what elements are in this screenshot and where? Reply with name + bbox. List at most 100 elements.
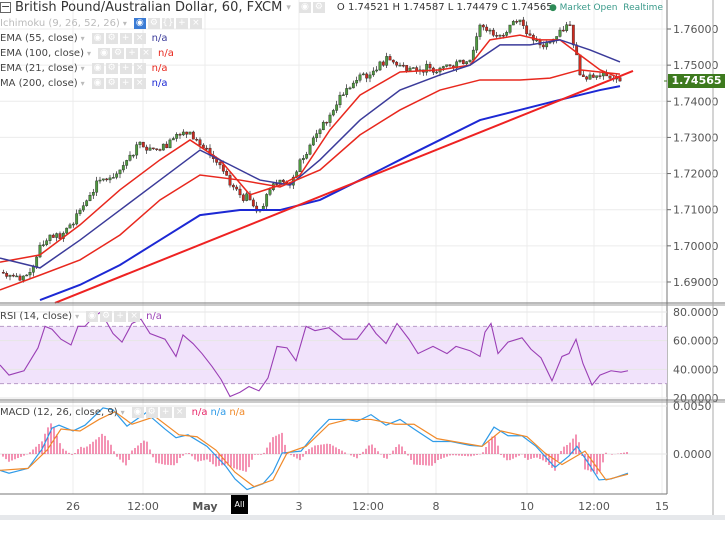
candle-up (445, 64, 449, 67)
bottom-toolbar[interactable] (0, 515, 725, 520)
eye-icon[interactable]: ◉ (91, 63, 104, 74)
plus-icon[interactable]: + (126, 48, 138, 59)
candle-up (511, 21, 515, 26)
price-tick-label: 1.71000 (673, 204, 719, 217)
time-tick-label: 26 (66, 500, 80, 513)
candle-down (585, 76, 589, 80)
eye-icon[interactable]: ◉ (98, 48, 110, 59)
close-icon[interactable]: × (128, 311, 141, 322)
rsi-legend[interactable]: RSI (14, close) ▾ ◉ ⚙ + × n/a (0, 311, 162, 322)
candle-up (168, 139, 172, 149)
candle-up (345, 88, 349, 95)
candle-up (48, 234, 52, 241)
braces-icon[interactable]: {} (161, 18, 174, 29)
candle-up (335, 104, 339, 111)
candle-up (121, 165, 125, 171)
candle-down (365, 73, 369, 79)
plus-icon[interactable]: + (175, 18, 188, 29)
gear-icon[interactable]: ⚙ (112, 48, 124, 59)
candle-up (128, 154, 132, 161)
candle-up (181, 131, 185, 136)
candle-up (188, 131, 192, 135)
candle-down (571, 24, 575, 46)
plus-icon[interactable]: + (119, 33, 132, 44)
candle-down (405, 65, 409, 71)
candle-up (331, 110, 335, 116)
close-icon[interactable]: × (133, 63, 146, 74)
time-tick-label: 3 (296, 500, 303, 513)
candle-down (591, 74, 595, 78)
time-axis[interactable]: 26 12:00 May 3 12:00 8 10 12:00 15 (66, 500, 669, 513)
close-icon[interactable]: × (140, 48, 152, 59)
candle-down (428, 63, 432, 69)
close-icon[interactable]: × (173, 407, 186, 418)
time-tick-label: 12:00 (127, 500, 159, 513)
eye-icon[interactable]: ◉ (131, 407, 144, 418)
indicator-legend-ma200[interactable]: MA (200, close) ▾ ◉ ⚙ + × n/a (0, 78, 168, 89)
candle-down (581, 74, 585, 77)
all-range-marker[interactable]: All (231, 495, 248, 514)
candle-up (131, 154, 135, 157)
close-icon[interactable]: × (189, 18, 202, 29)
close-icon[interactable]: × (133, 33, 146, 44)
candle-down (578, 54, 582, 76)
candle-up (338, 94, 342, 106)
gear-icon[interactable]: ⚙ (145, 407, 158, 418)
candle-up (301, 158, 305, 161)
candle-up (318, 129, 322, 134)
gear-icon[interactable]: ⚙ (105, 78, 118, 89)
price-tick-label: 1.74000 (673, 95, 719, 108)
indicator-legend-ichimoku[interactable]: Ichimoku (9, 26, 52, 26) ▾ ◉ ⚙{} + × (0, 18, 202, 29)
candle-up (91, 192, 95, 196)
candle-up (118, 169, 122, 175)
eye-icon[interactable]: ◉ (91, 33, 104, 44)
ohlc-readout: O 1.74521 H 1.74587 L 1.74479 C 1.74565 (336, 2, 553, 13)
eye-icon[interactable]: ◉ (86, 311, 99, 322)
candle-up (475, 36, 479, 51)
chevron-down-icon[interactable]: ▾ (286, 3, 291, 13)
candle-down (491, 29, 495, 36)
candle-down (5, 273, 9, 277)
candle-up (378, 61, 382, 71)
candle-up (71, 223, 75, 226)
candle-up (161, 143, 165, 151)
candle-down (561, 29, 565, 32)
indicator-legend-ema21[interactable]: EMA (21, close) ▾ ◉ ⚙ + × n/a (0, 63, 167, 74)
candle-down (608, 75, 612, 79)
candle-down (381, 61, 385, 66)
candle-up (15, 275, 19, 278)
candle-up (458, 59, 462, 62)
macd-legend[interactable]: MACD (12, 26, close, 9) ▾ ◉ ⚙ + × n/a n/a n/… (0, 407, 245, 418)
close-icon[interactable]: × (133, 78, 146, 89)
indicator-legend-ema100[interactable]: EMA (100, close) ▾ ◉ ⚙ + × n/a (0, 48, 174, 59)
time-tick-label: 15 (655, 500, 669, 513)
gear-icon[interactable]: ⚙ (105, 63, 118, 74)
gear-icon[interactable]: ⚙ (312, 2, 325, 13)
plus-icon[interactable]: + (159, 407, 172, 418)
candle-down (185, 131, 189, 135)
candle-up (371, 70, 375, 76)
candle-up (435, 71, 439, 74)
plus-icon[interactable]: + (119, 78, 132, 89)
candle-up (41, 244, 45, 246)
gear-icon[interactable]: ⚙ (147, 18, 160, 29)
status-dot-icon: ● (548, 3, 557, 13)
collapse-icon[interactable]: − (0, 1, 11, 13)
candle-down (205, 147, 209, 150)
eye-icon[interactable]: ◉ (91, 78, 104, 89)
indicator-legend-ema55[interactable]: EMA (55, close) ▾ ◉ ⚙ + × n/a (0, 33, 167, 44)
candle-up (305, 154, 309, 159)
candle-up (68, 224, 72, 229)
price-tick-label: 1.73000 (673, 131, 719, 144)
plus-icon[interactable]: + (119, 63, 132, 74)
candle-up (135, 144, 139, 156)
gear-icon[interactable]: ⚙ (100, 311, 113, 322)
eye-icon[interactable]: ◉ (298, 2, 311, 13)
gear-icon[interactable]: ⚙ (105, 33, 118, 44)
candle-up (358, 74, 362, 81)
candle-down (165, 143, 169, 149)
eye-icon[interactable]: ◉ (133, 18, 146, 29)
candle-down (145, 146, 149, 151)
symbol-title[interactable]: British Pound/Australian Dollar, 60, FXC… (15, 0, 282, 15)
plus-icon[interactable]: + (114, 311, 127, 322)
